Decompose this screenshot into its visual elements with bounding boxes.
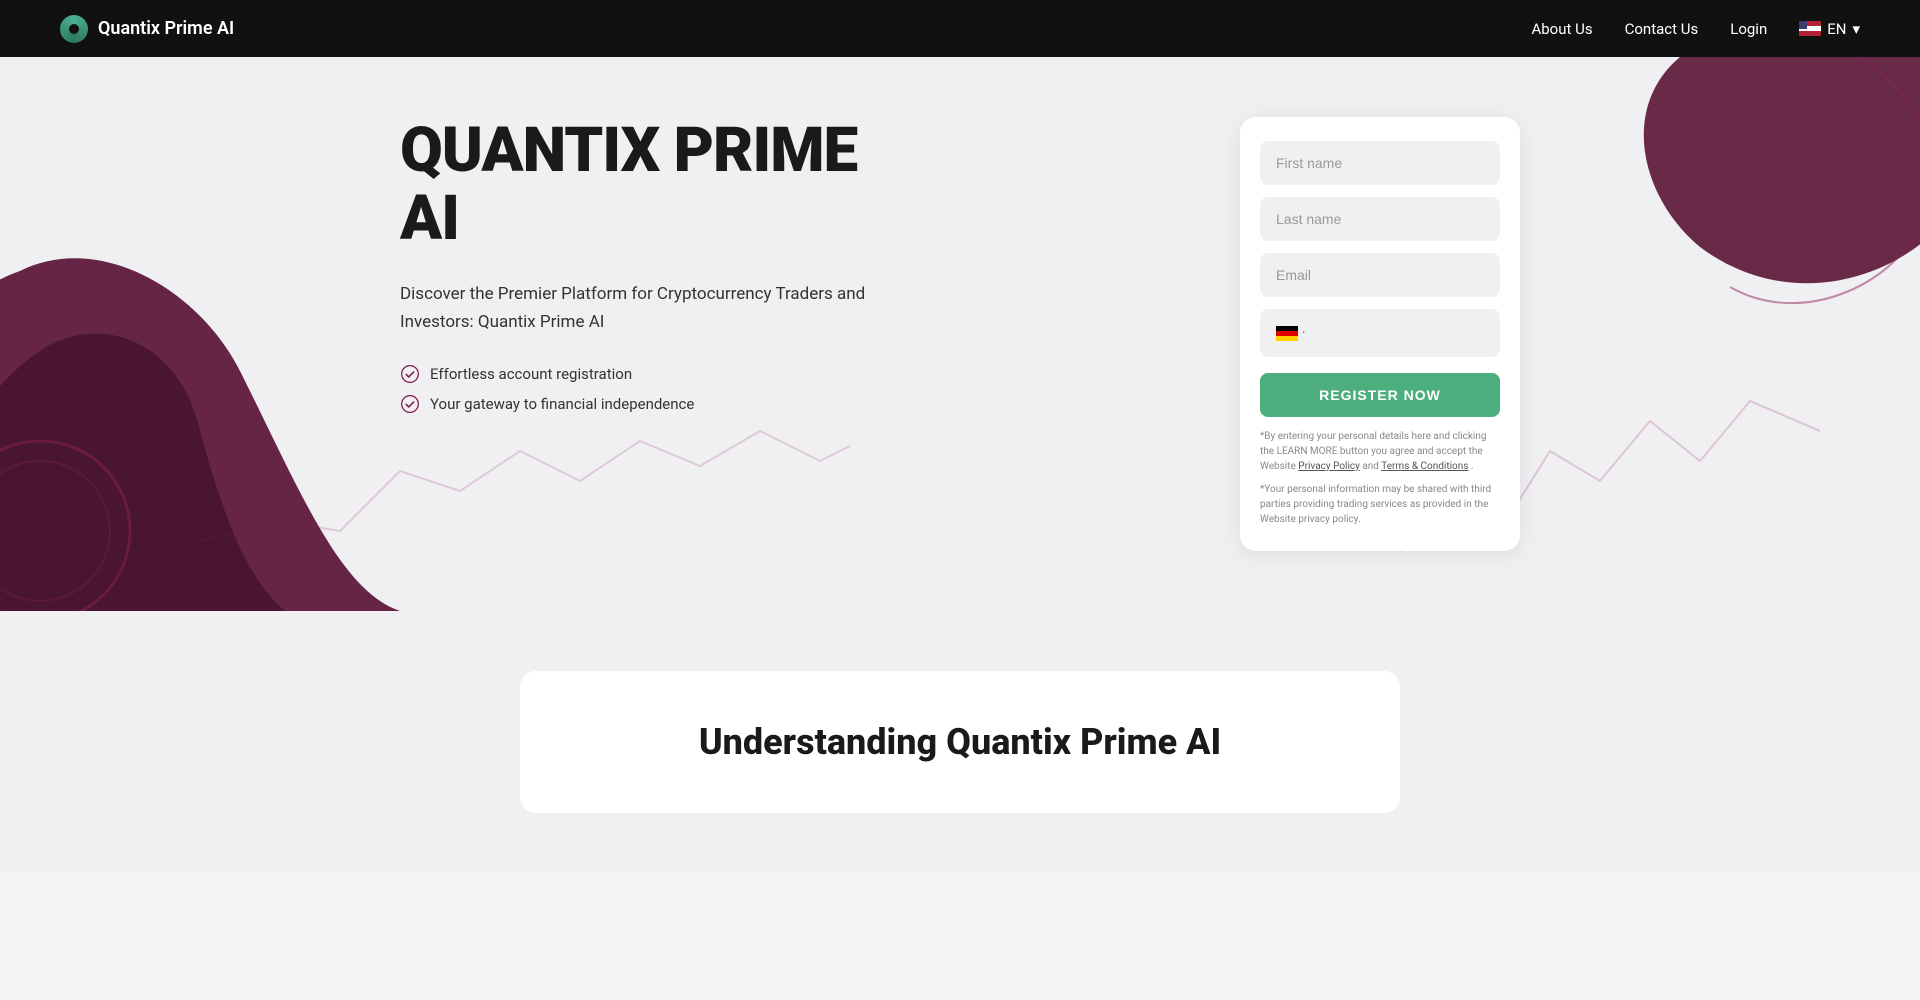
check-icon-2 <box>400 394 420 414</box>
nav-about[interactable]: About Us <box>1531 20 1592 38</box>
understanding-card: Understanding Quantix Prime AI <box>520 671 1400 813</box>
navbar: Quantix Prime AI About Us Contact Us Log… <box>0 0 1920 57</box>
hero-title: QUANTIX PRIME AI <box>400 117 920 253</box>
chevron-down-icon: ▾ <box>1852 20 1860 38</box>
understanding-title: Understanding Quantix Prime AI <box>580 721 1340 763</box>
form-disclaimer-1: *By entering your personal details here … <box>1260 429 1500 474</box>
email-input[interactable] <box>1260 253 1500 297</box>
phone-field[interactable]: · <box>1260 309 1500 357</box>
german-flag-icon <box>1276 326 1298 341</box>
brand-icon <box>60 15 88 43</box>
hero-left: QUANTIX PRIME AI Discover the Premier Pl… <box>400 117 920 414</box>
brand-logo[interactable]: Quantix Prime AI <box>60 15 234 43</box>
check-icon-1 <box>400 364 420 384</box>
first-name-input[interactable] <box>1260 141 1500 185</box>
nav-login[interactable]: Login <box>1730 20 1767 38</box>
brand-icon-inner <box>69 24 79 34</box>
blob-right-top <box>1600 57 1920 327</box>
feature-item-1: Effortless account registration <box>400 364 920 384</box>
register-button[interactable]: REGISTER NOW <box>1260 373 1500 417</box>
hero-subtitle: Discover the Premier Platform for Crypto… <box>400 281 920 335</box>
hero-content: QUANTIX PRIME AI Discover the Premier Pl… <box>360 57 1560 611</box>
lang-label: EN <box>1827 20 1846 38</box>
lang-selector[interactable]: EN ▾ <box>1799 20 1860 38</box>
hero-section: QUANTIX PRIME AI Discover the Premier Pl… <box>0 57 1920 611</box>
phone-flag: · <box>1276 326 1305 341</box>
form-disclaimer-2: *Your personal information may be shared… <box>1260 482 1500 527</box>
registration-form: · REGISTER NOW *By entering your persona… <box>1240 117 1520 551</box>
feature-item-2: Your gateway to financial independence <box>400 394 920 414</box>
terms-link[interactable]: Terms & Conditions <box>1381 461 1468 472</box>
phone-input[interactable] <box>1311 325 1492 341</box>
understanding-section: Understanding Quantix Prime AI <box>0 611 1920 873</box>
features-list: Effortless account registration Your gat… <box>400 364 920 414</box>
phone-country-code: · <box>1302 326 1305 341</box>
brand-name: Quantix Prime AI <box>98 18 234 39</box>
flag-icon <box>1799 21 1821 36</box>
last-name-input[interactable] <box>1260 197 1500 241</box>
privacy-policy-link[interactable]: Privacy Policy <box>1298 461 1360 472</box>
navbar-links: About Us Contact Us Login EN ▾ <box>1531 20 1860 38</box>
nav-contact[interactable]: Contact Us <box>1625 20 1699 38</box>
